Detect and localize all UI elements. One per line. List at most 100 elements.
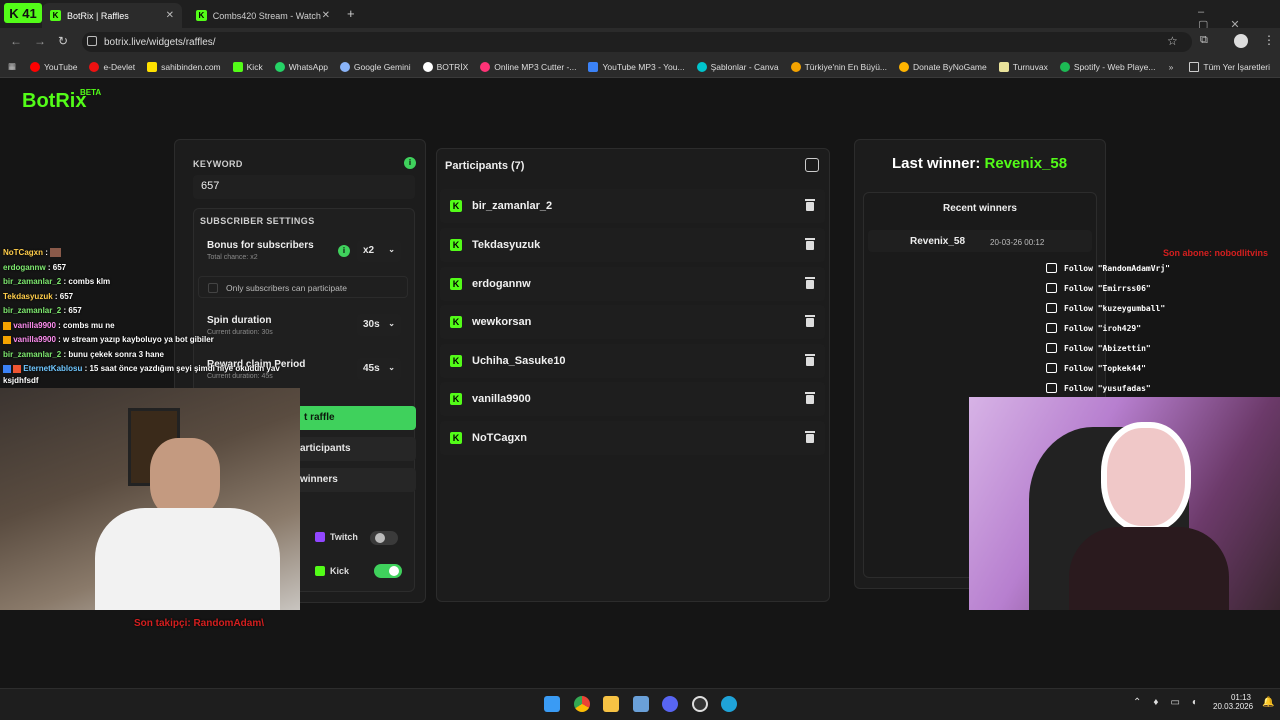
bonus-sub: Total chance: x2	[207, 254, 258, 261]
follow-alert: Follow "yusufadas"	[1046, 383, 1151, 393]
keyword-input[interactable]: 657	[193, 175, 415, 199]
url-text: botrix.live/widgets/raffles/	[104, 36, 216, 48]
all-bookmarks[interactable]: Tüm Yer İşaretleri	[1189, 61, 1270, 72]
bookmark-whatsapp[interactable]: WhatsApp	[274, 61, 328, 72]
bookmark-mp3-cutter[interactable]: Online MP3 Cutter -...	[480, 61, 576, 72]
kick-tab-icon: K	[196, 10, 207, 21]
list-item: Kerdogannw	[440, 267, 825, 301]
trash-icon[interactable]	[805, 392, 815, 404]
discord-icon[interactable]	[662, 696, 678, 712]
tab-combs-stream[interactable]: K Combs420 Stream - Watch Live ✕	[188, 3, 338, 28]
reload-icon[interactable]: ↻	[58, 34, 68, 48]
close-icon[interactable]: ✕	[322, 10, 330, 21]
trash-icon[interactable]	[805, 354, 815, 366]
trash-icon[interactable]	[805, 277, 815, 289]
subscriber-settings-label: SUBSCRIBER SETTINGS	[200, 216, 315, 226]
folder-icon	[1189, 61, 1200, 72]
url-field[interactable]: botrix.live/widgets/raffles/	[82, 32, 1192, 52]
chevron-down-icon: ⌄	[388, 319, 395, 328]
twitch-label: Twitch	[330, 532, 358, 542]
kick-icon	[232, 61, 243, 72]
bookmark-gemini[interactable]: Google Gemini	[339, 61, 411, 72]
heart-icon	[1046, 303, 1057, 313]
system-tray-icons[interactable]: ⌃♦▭◐	[1133, 697, 1210, 708]
obs-icon[interactable]	[692, 696, 708, 712]
bookmark-youtube[interactable]: YouTube	[30, 61, 77, 72]
bookmark-turnuvax[interactable]: Turnuvax	[998, 61, 1048, 72]
bookmarks-bar: ▦ YouTube e-Devlet sahibinden.com Kick W…	[0, 56, 1280, 78]
chat-line: EternetKablosu : 15 saat önce yazdığım ş…	[3, 364, 280, 373]
brand-logo[interactable]: BotRix	[22, 90, 86, 113]
windows-start-icon[interactable]	[544, 696, 560, 712]
kick-icon: K	[450, 239, 462, 251]
badge-icon	[3, 335, 11, 344]
bookmark-youtube-mp3[interactable]: YouTube MP3 - You...	[588, 61, 685, 72]
bookmark-bynogame[interactable]: Donate ByNoGame	[899, 61, 987, 72]
bookmark-botrix[interactable]: BOTRİX	[422, 61, 468, 72]
app-icon[interactable]	[633, 696, 649, 712]
chevron-down-icon: ⌄	[388, 245, 395, 254]
kick-icon: K	[450, 316, 462, 328]
only-subscribers-checkbox[interactable]	[208, 283, 218, 293]
copy-icon[interactable]	[805, 158, 819, 172]
emote-icon	[50, 248, 62, 258]
bonus-label: Bonus for subscribers	[207, 240, 314, 251]
heart-icon	[1046, 343, 1057, 353]
follow-alert: Follow "Abizettin"	[1046, 343, 1151, 353]
heart-icon	[1046, 263, 1057, 273]
bookmark-kick[interactable]: Kick	[232, 61, 263, 72]
turnuvax-icon	[998, 61, 1009, 72]
chrome-icon[interactable]	[574, 696, 590, 712]
youtube-mp3-icon	[588, 61, 599, 72]
kick-toggle[interactable]	[374, 564, 402, 578]
bookmarks-overflow-icon[interactable]: »	[1169, 62, 1174, 72]
chat-line: NoTCagxn :	[3, 248, 62, 258]
bookmark-turkiye[interactable]: Türkiye'nin En Büyü...	[790, 61, 887, 72]
spotify-icon	[1059, 61, 1070, 72]
trash-icon[interactable]	[805, 199, 815, 211]
bookmark-star-icon[interactable]: ☆	[1167, 34, 1178, 48]
kick-icon: K	[450, 393, 462, 405]
extensions-icon[interactable]: ⧉	[1200, 34, 1208, 47]
bookmark-sahibinden[interactable]: sahibinden.com	[147, 61, 221, 72]
keyword-label: KEYWORD	[193, 159, 243, 169]
bookmark-spotify[interactable]: Spotify - Web Playe...	[1059, 61, 1155, 72]
person-shirt	[95, 508, 280, 610]
twitch-toggle[interactable]	[370, 531, 398, 545]
trash-icon[interactable]	[805, 431, 815, 443]
info-icon[interactable]: i	[338, 245, 350, 257]
spin-duration-label: Spin duration	[207, 315, 272, 326]
recent-winners-title: Recent winners	[943, 203, 1017, 214]
bookmark-canva[interactable]: Şablonlar - Canva	[696, 61, 779, 72]
notification-icon[interactable]: 🔔	[1262, 697, 1274, 708]
last-follower-overlay: Son takipçi: RandomAdam\	[134, 618, 265, 629]
sahibinden-icon	[147, 61, 158, 72]
chat-line: bir_zamanlar_2 : combs klm	[3, 277, 111, 286]
forward-icon[interactable]: →	[34, 34, 46, 48]
tab-botrix[interactable]: K BotRix | Raffles ✕	[42, 3, 182, 28]
trash-icon[interactable]	[805, 238, 815, 250]
back-icon[interactable]: ←	[10, 34, 22, 48]
avatar[interactable]	[1234, 34, 1248, 48]
follow-alert: Follow "kuzeygumball"	[1046, 303, 1165, 313]
menu-icon[interactable]: ⋮	[1263, 33, 1275, 47]
edge-icon[interactable]	[721, 696, 737, 712]
apps-grid-icon[interactable]: ▦	[8, 61, 16, 72]
site-info-icon[interactable]	[87, 36, 97, 46]
close-icon[interactable]: ✕	[166, 10, 174, 21]
only-subscribers-label: Only subscribers can participate	[226, 283, 347, 293]
heart-icon	[1046, 323, 1057, 333]
spin-duration-select[interactable]: 30s ⌄	[357, 314, 401, 336]
trash-icon[interactable]	[805, 315, 815, 327]
file-explorer-icon[interactable]	[603, 696, 619, 712]
follow-alert: Follow "Emirrss06"	[1046, 283, 1151, 293]
info-icon[interactable]: i	[404, 157, 416, 169]
bookmark-edevlet[interactable]: e-Devlet	[89, 61, 135, 72]
mp3-cutter-icon	[480, 61, 491, 72]
claim-period-select[interactable]: 45s ⌄	[357, 358, 401, 380]
kick-logo[interactable]: K 41	[4, 3, 42, 23]
clock[interactable]: 01:13 20.03.2026	[1213, 693, 1253, 711]
person-sweater	[1069, 527, 1229, 610]
bonus-select[interactable]: x2 ⌄	[357, 240, 401, 262]
new-tab-button[interactable]: +	[347, 6, 355, 21]
